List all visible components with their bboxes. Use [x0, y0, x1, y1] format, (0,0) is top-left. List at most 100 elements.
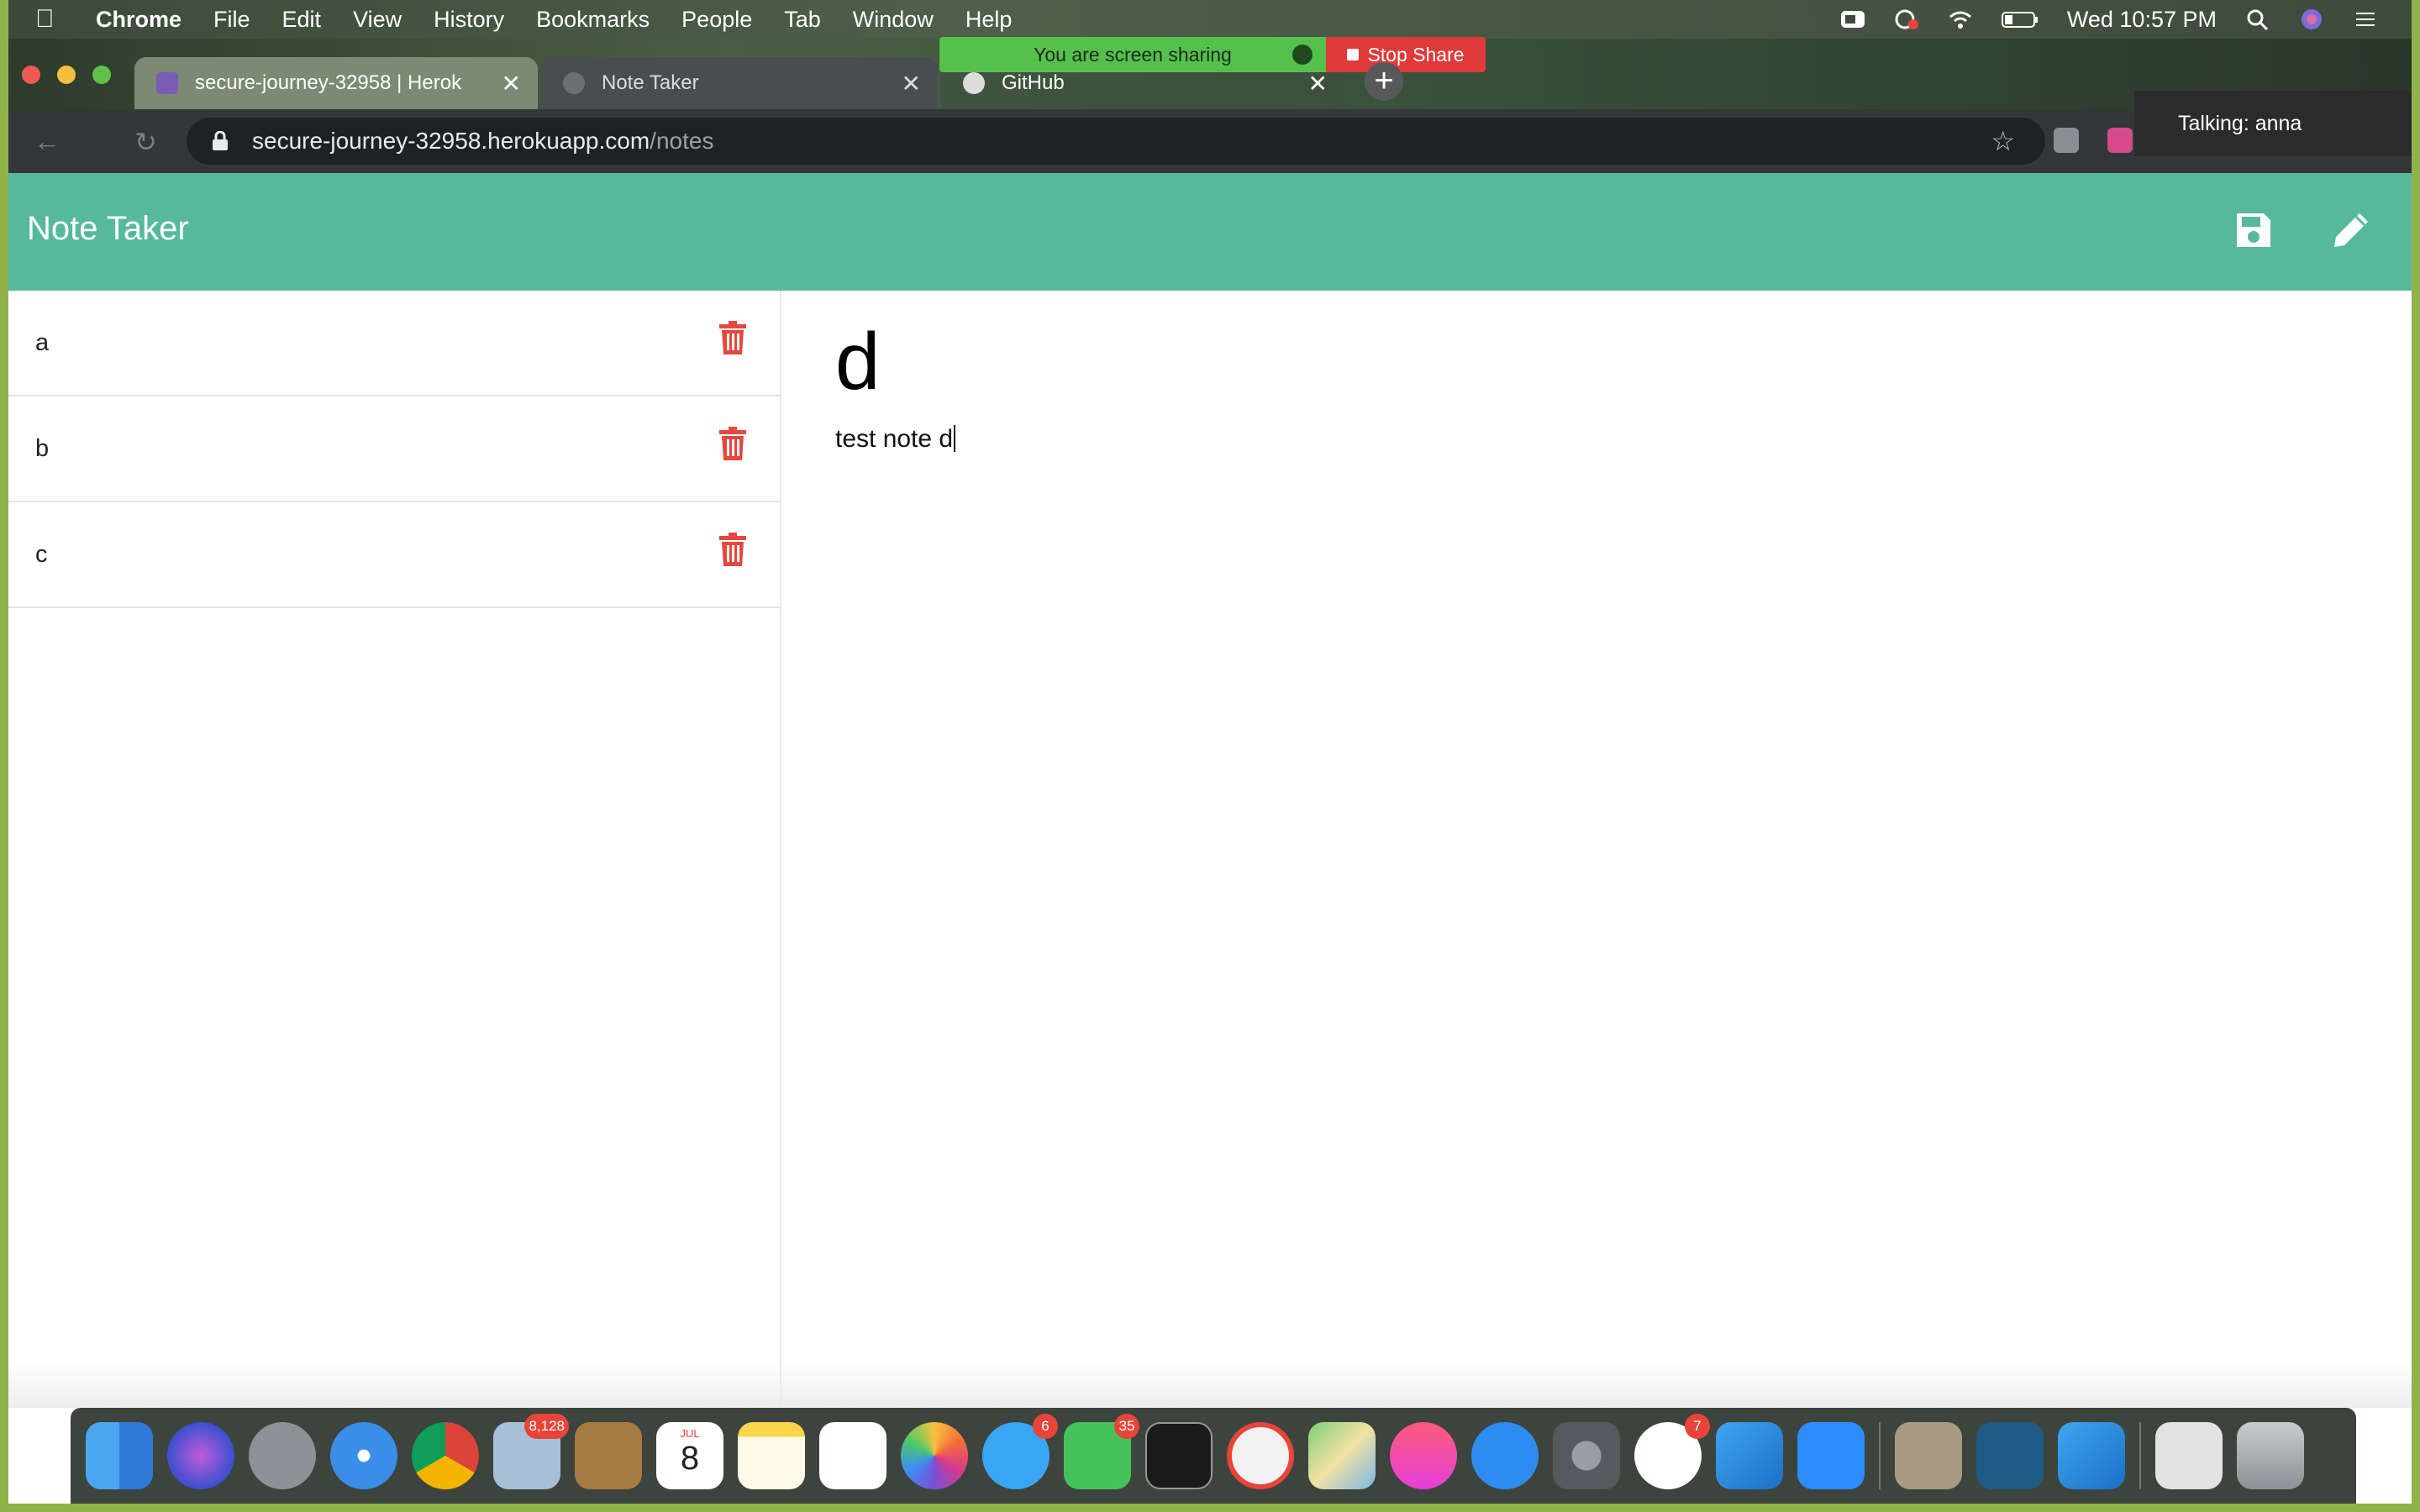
app-navbar: Note Taker: [8, 173, 2412, 291]
globe-favicon-icon: [563, 72, 585, 94]
menu-view[interactable]: View: [353, 7, 402, 33]
delete-note-trash-icon[interactable]: [719, 533, 746, 566]
calendar-month: JUL: [680, 1427, 700, 1440]
note-text-area[interactable]: test note d: [835, 425, 955, 454]
page-bottom-shadow: [8, 1361, 2412, 1408]
messages-icon[interactable]: 6: [982, 1414, 1058, 1489]
menu-edit[interactable]: Edit: [282, 7, 322, 33]
heroku-favicon-icon: [156, 72, 178, 94]
launchpad-rocket-icon[interactable]: [249, 1422, 316, 1489]
new-tab-button[interactable]: +: [1365, 62, 1403, 101]
note-title-input[interactable]: d: [835, 316, 880, 408]
reminders-icon[interactable]: [819, 1422, 886, 1489]
browser-toolbar: secure-journey-32958.herokuapp.com/notes…: [8, 109, 2412, 173]
stop-square-icon: [1347, 49, 1360, 60]
tab-title: GitHub: [1002, 71, 1065, 94]
menu-file[interactable]: File: [213, 7, 250, 33]
save-note-icon[interactable]: [2233, 210, 2274, 250]
menu-tab[interactable]: Tab: [784, 7, 821, 33]
new-note-pencil-icon[interactable]: [2328, 207, 2375, 254]
menu-window[interactable]: Window: [853, 7, 934, 33]
app-title[interactable]: Note Taker: [27, 210, 189, 248]
menu-bookmarks[interactable]: Bookmarks: [536, 7, 650, 33]
vscode-icon[interactable]: [2058, 1422, 2125, 1489]
chrome-icon[interactable]: [412, 1422, 479, 1489]
app-store-icon[interactable]: [1471, 1422, 1539, 1489]
mysql-workbench-icon[interactable]: [1976, 1422, 2044, 1489]
slack-badge: 7: [1685, 1414, 1710, 1439]
zoom-video-icon[interactable]: [1797, 1422, 1865, 1489]
terminal-icon[interactable]: [1145, 1422, 1213, 1489]
calendar-icon[interactable]: JUL 8: [656, 1422, 723, 1489]
back-icon[interactable]: ←: [34, 126, 60, 157]
downloads-stack-icon[interactable]: [2155, 1422, 2223, 1489]
tab-title: secure-journey-32958 | Herok: [195, 71, 462, 94]
notification-center-icon[interactable]: [2353, 8, 2378, 30]
list-item[interactable]: b: [8, 396, 780, 502]
news-icon[interactable]: [1227, 1422, 1294, 1489]
macos-dock: 8,128 JUL 8 6 35 7: [71, 1408, 2356, 1504]
screen-sharing-status: You are screen sharing: [1034, 43, 1232, 66]
document-stack-icon[interactable]: [1895, 1422, 1962, 1489]
trash-icon[interactable]: [2237, 1422, 2304, 1489]
url-path: /notes: [650, 128, 714, 154]
window-close-button[interactable]: [22, 66, 40, 84]
url-host: secure-journey-32958.herokuapp.com: [252, 128, 650, 154]
desktop-screen:  Chrome File Edit View History Bookmark…: [8, 0, 2412, 1504]
vscode-icon[interactable]: [1716, 1422, 1783, 1489]
mail-stamp-icon[interactable]: 8,128: [493, 1414, 569, 1489]
system-preferences-gear-icon[interactable]: [1553, 1422, 1620, 1489]
delete-note-trash-icon[interactable]: [719, 427, 746, 460]
stop-share-button[interactable]: Stop Share: [1326, 37, 1486, 72]
maps-icon[interactable]: [1308, 1422, 1376, 1489]
menu-app-name[interactable]: Chrome: [96, 7, 182, 33]
note-title: c: [35, 540, 48, 568]
siri-icon[interactable]: [2299, 8, 2324, 30]
tab-close-icon[interactable]: ✕: [902, 70, 921, 97]
instagram-extension-icon[interactable]: [2107, 128, 2133, 153]
tab-title: Note Taker: [602, 71, 699, 94]
menubar-clock[interactable]: Wed 10:57 PM: [2067, 7, 2217, 33]
notes-app-icon[interactable]: [738, 1422, 805, 1489]
delete-note-trash-icon[interactable]: [719, 321, 746, 354]
menu-people[interactable]: People: [681, 7, 752, 33]
dock-separator: [2139, 1422, 2141, 1489]
bookmark-star-icon[interactable]: ☆: [1991, 128, 2015, 155]
lock-icon: [213, 131, 228, 150]
window-minimize-button[interactable]: [57, 66, 76, 84]
shield-check-icon: [1292, 45, 1313, 65]
calendar-day: 8: [680, 1440, 700, 1477]
zoom-talking-indicator: Talking: anna: [2134, 91, 2412, 156]
spotlight-search-icon[interactable]: [2245, 8, 2270, 31]
siri-icon[interactable]: [167, 1422, 234, 1489]
window-zoom-button[interactable]: [92, 66, 111, 84]
contacts-icon[interactable]: [575, 1422, 642, 1489]
note-title: b: [35, 434, 50, 462]
tab-heroku[interactable]: secure-journey-32958 | Herok ✕: [134, 57, 538, 109]
tab-close-icon[interactable]: ✕: [1308, 70, 1328, 97]
tab-note-taker[interactable]: Note Taker ✕: [541, 57, 938, 109]
facetime-icon[interactable]: 35: [1064, 1414, 1139, 1489]
finder-icon[interactable]: [86, 1422, 153, 1489]
reload-icon[interactable]: ↻: [134, 126, 157, 158]
music-icon[interactable]: [1390, 1422, 1457, 1489]
facetime-badge: 35: [1114, 1414, 1139, 1439]
slack-icon[interactable]: 7: [1634, 1414, 1710, 1489]
note-editor: d test note d: [781, 291, 2412, 1408]
apple-menu-icon[interactable]: : [35, 5, 60, 34]
wifi-icon[interactable]: [1948, 8, 1973, 30]
menu-history[interactable]: History: [434, 7, 504, 33]
macos-menubar:  Chrome File Edit View History Bookmark…: [8, 0, 2412, 39]
tab-close-icon[interactable]: ✕: [502, 70, 521, 97]
creative-cloud-icon[interactable]: [1894, 8, 1919, 30]
extension-icon[interactable]: [2054, 128, 2079, 153]
menu-help[interactable]: Help: [965, 7, 1013, 33]
zoom-status-icon[interactable]: [1840, 8, 1865, 30]
list-item[interactable]: c: [8, 502, 780, 608]
safari-compass-icon[interactable]: [330, 1422, 397, 1489]
list-item[interactable]: a: [8, 291, 780, 396]
battery-icon[interactable]: [2001, 8, 2039, 30]
address-bar[interactable]: secure-journey-32958.herokuapp.com/notes…: [187, 118, 2045, 165]
photos-icon[interactable]: [901, 1422, 968, 1489]
notes-list: a b c: [8, 291, 781, 1408]
